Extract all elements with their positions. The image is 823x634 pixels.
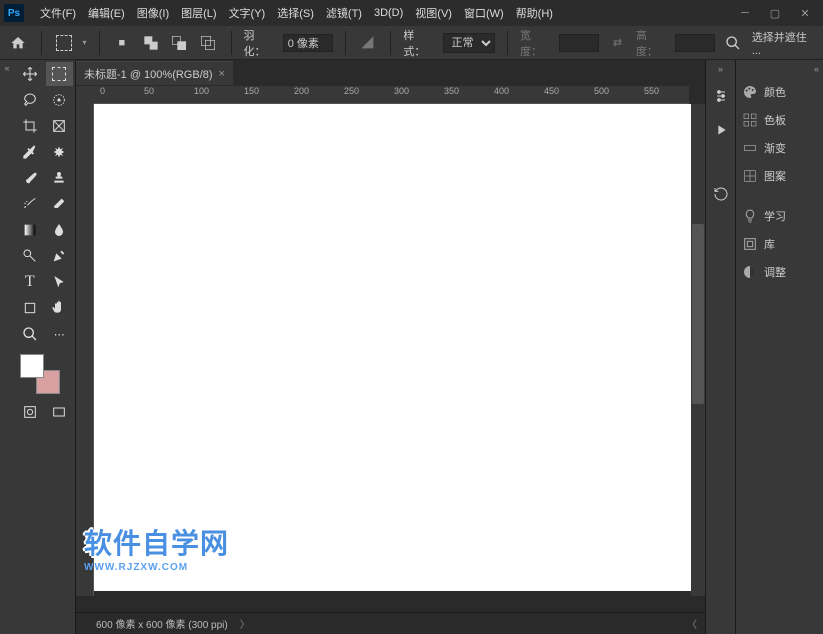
foreground-color[interactable] — [20, 354, 44, 378]
toolbox-collapse-handle[interactable]: « — [0, 60, 14, 634]
width-input — [559, 34, 599, 52]
gradient-icon — [742, 140, 758, 156]
eyedropper-tool[interactable] — [16, 140, 44, 164]
pattern-icon — [742, 168, 758, 184]
screenmode-toggle[interactable] — [46, 400, 74, 424]
search-icon[interactable] — [723, 32, 744, 54]
dropdown-caret-icon[interactable]: ▾ — [83, 38, 87, 47]
gradient-tool[interactable] — [16, 218, 44, 242]
library-icon — [742, 236, 758, 252]
height-input — [675, 34, 715, 52]
style-select[interactable]: 正常 — [443, 33, 496, 53]
style-label: 样式： — [403, 27, 434, 59]
history-brush-tool[interactable] — [16, 192, 44, 216]
select-and-mask-button[interactable]: 选择并遮住 ... — [752, 29, 815, 57]
color-swatches[interactable] — [20, 354, 60, 394]
adjust-icon — [742, 264, 758, 280]
menu-window[interactable]: 窗口(W) — [458, 1, 510, 25]
menu-3d[interactable]: 3D(D) — [368, 3, 409, 23]
width-label: 宽度： — [520, 27, 551, 59]
document-tab-title: 未标题-1 @ 100%(RGB/8) — [84, 66, 213, 82]
height-label: 高度： — [636, 27, 667, 59]
selection-intersect-icon[interactable] — [198, 32, 219, 54]
horizontal-ruler[interactable]: 0 50 100 150 200 250 300 350 400 450 500… — [94, 86, 689, 104]
dodge-tool[interactable] — [16, 244, 44, 268]
palette-icon — [742, 84, 758, 100]
scroll-thumb[interactable] — [692, 224, 704, 404]
menu-filter[interactable]: 滤镜(T) — [320, 1, 368, 25]
panel-pattern[interactable]: 图案 — [736, 162, 823, 190]
panel-swatches[interactable]: 色板 — [736, 106, 823, 134]
swatches-icon — [742, 112, 758, 128]
move-tool[interactable] — [16, 62, 44, 86]
panel-adjust[interactable]: 调整 — [736, 258, 823, 286]
panel-dock: « 颜色 色板 渐变 图案 学习 库 调整 — [735, 60, 823, 634]
close-button[interactable]: ✕ — [791, 2, 819, 24]
brush-tool[interactable] — [16, 166, 44, 190]
panel-color[interactable]: 颜色 — [736, 78, 823, 106]
marquee-tool[interactable] — [46, 62, 74, 86]
healing-tool[interactable] — [46, 140, 74, 164]
stamp-tool[interactable] — [46, 166, 74, 190]
canvas[interactable] — [94, 104, 694, 591]
eraser-tool[interactable] — [46, 192, 74, 216]
menu-image[interactable]: 图像(I) — [131, 1, 175, 25]
watermark: 软件自学网 WWW.RJZXW.COM — [84, 522, 229, 573]
crop-tool[interactable] — [16, 114, 44, 138]
selection-new-icon[interactable]: ■ — [111, 32, 132, 54]
menu-select[interactable]: 选择(S) — [271, 1, 320, 25]
panel-gradient[interactable]: 渐变 — [736, 134, 823, 162]
swap-icon: ⇄ — [607, 32, 628, 54]
panel-collapse-handle[interactable]: « — [736, 64, 823, 78]
history-icon[interactable] — [709, 182, 733, 206]
edit-toolbar[interactable]: ⋯ — [46, 322, 74, 346]
selection-subtract-icon[interactable] — [169, 32, 190, 54]
play-icon[interactable] — [709, 118, 733, 142]
quick-select-tool[interactable] — [46, 88, 74, 112]
feather-input[interactable] — [283, 34, 333, 52]
menu-help[interactable]: 帮助(H) — [510, 1, 559, 25]
menu-view[interactable]: 视图(V) — [409, 1, 458, 25]
minimize-button[interactable]: ─ — [731, 2, 759, 24]
panel-learn[interactable]: 学习 — [736, 202, 823, 230]
panel-expand-handle[interactable]: » — [718, 64, 723, 74]
maximize-button[interactable]: ▢ — [761, 2, 789, 24]
menu-type[interactable]: 文字(Y) — [223, 1, 272, 25]
selection-add-icon[interactable] — [140, 32, 161, 54]
properties-icon[interactable] — [709, 84, 733, 108]
type-tool[interactable]: T — [16, 270, 44, 294]
quickmask-toggle[interactable] — [16, 400, 44, 424]
document-tab[interactable]: 未标题-1 @ 100%(RGB/8) × — [76, 61, 233, 85]
bulb-icon — [742, 208, 758, 224]
shape-tool[interactable] — [16, 296, 44, 320]
vertical-scrollbar[interactable] — [691, 104, 705, 596]
antialias-icon — [358, 32, 379, 54]
feather-label: 羽化： — [244, 27, 275, 59]
app-logo: Ps — [4, 4, 24, 22]
blur-tool[interactable] — [46, 218, 74, 242]
lasso-tool[interactable] — [16, 88, 44, 112]
ruler-origin[interactable] — [76, 86, 94, 104]
menu-layer[interactable]: 图层(L) — [175, 1, 222, 25]
home-icon[interactable] — [8, 32, 29, 54]
toolbox: T ⋯ — [14, 60, 76, 634]
pen-tool[interactable] — [46, 244, 74, 268]
close-tab-icon[interactable]: × — [219, 68, 225, 80]
status-chevron-icon[interactable]: 〉 — [240, 616, 250, 631]
frame-tool[interactable] — [46, 114, 74, 138]
menu-edit[interactable]: 编辑(E) — [82, 1, 131, 25]
status-scroll-left-icon[interactable]: 〈 — [687, 616, 697, 631]
collapsed-panel-dock: » — [705, 60, 735, 634]
marquee-tool-icon[interactable] — [54, 32, 75, 54]
path-select-tool[interactable] — [46, 270, 74, 294]
panel-library[interactable]: 库 — [736, 230, 823, 258]
hand-tool[interactable] — [46, 296, 74, 320]
zoom-tool[interactable] — [16, 322, 44, 346]
menu-file[interactable]: 文件(F) — [34, 1, 82, 25]
status-dimensions[interactable]: 600 像素 x 600 像素 (300 ppi) — [96, 616, 228, 631]
